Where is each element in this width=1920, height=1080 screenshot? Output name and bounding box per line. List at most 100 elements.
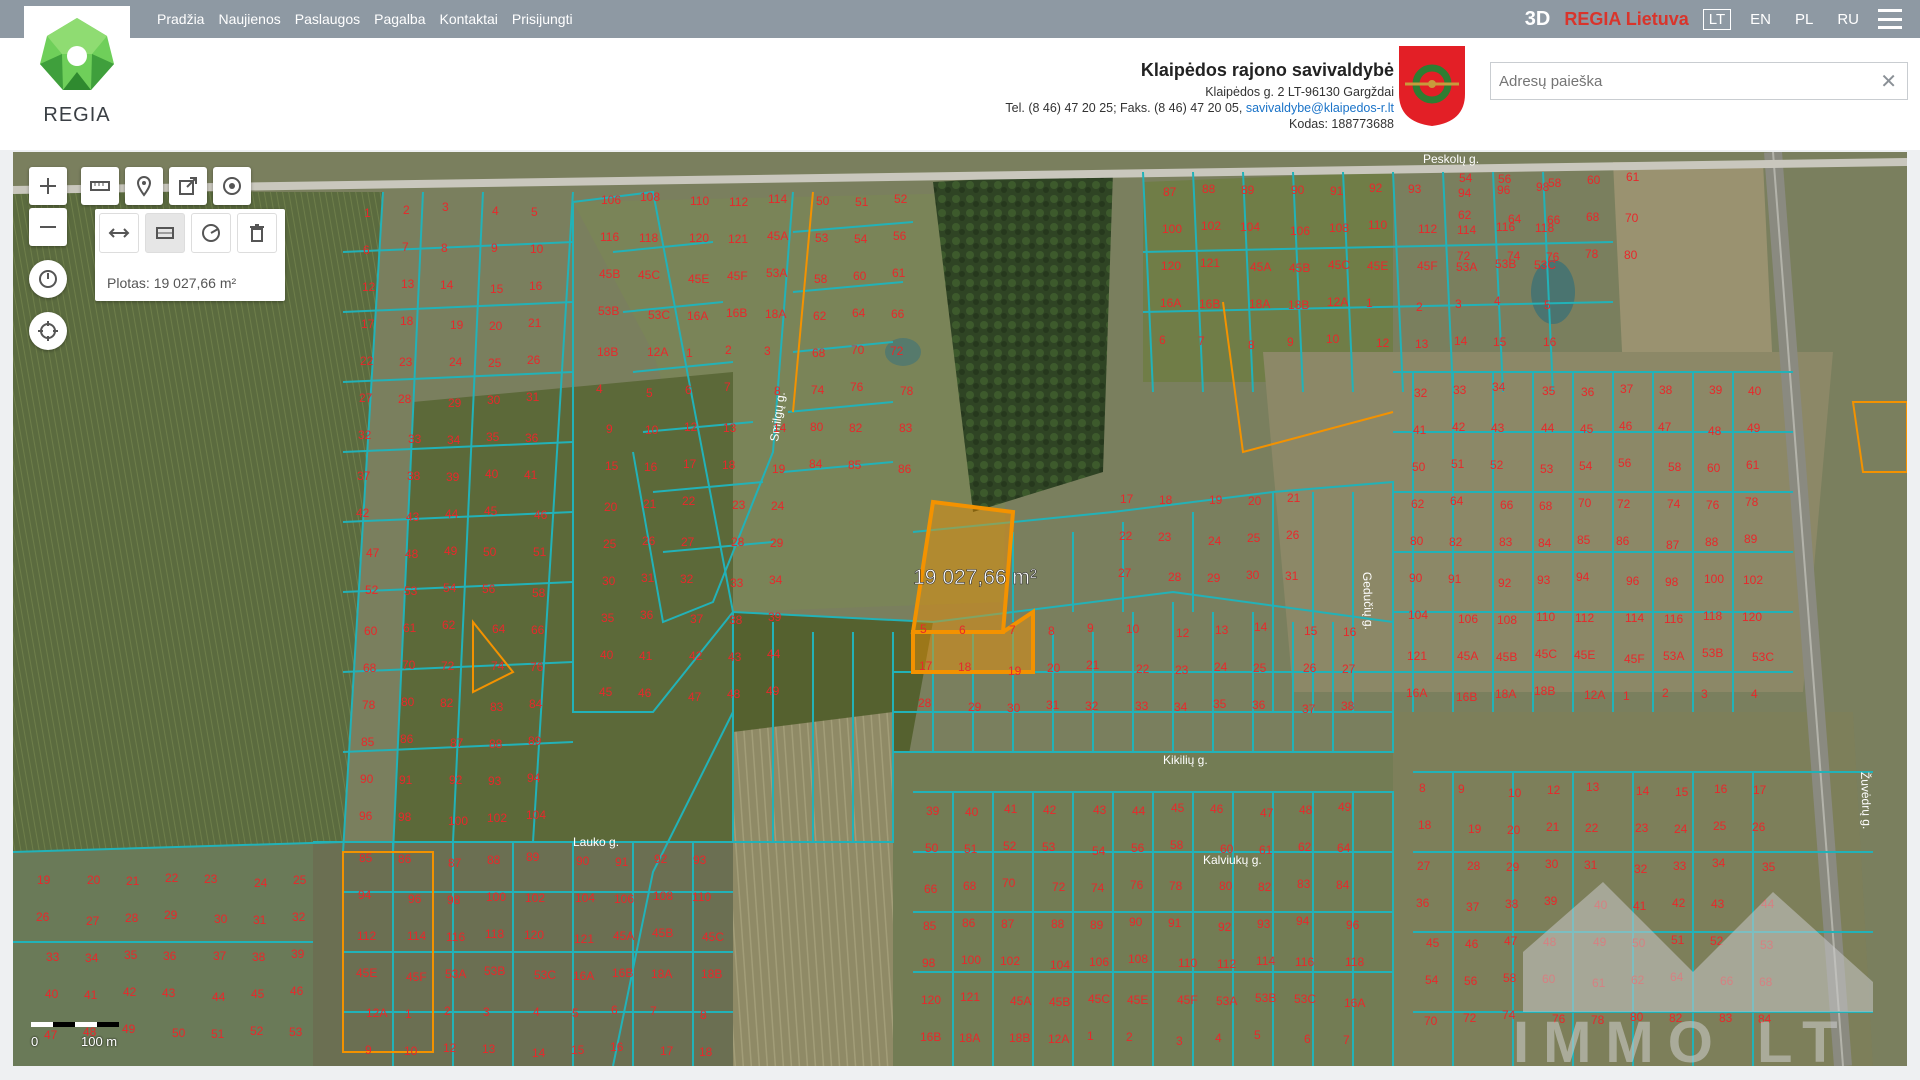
parcel-number: 89	[526, 850, 540, 864]
measure-radius-button[interactable]	[191, 213, 231, 253]
parcel-number: 78	[900, 384, 914, 398]
parcel-number: 120	[1742, 610, 1762, 624]
parcel-number: 50	[483, 545, 497, 559]
delete-measure-button[interactable]	[237, 213, 277, 253]
hamburger-menu-icon[interactable]	[1878, 9, 1902, 29]
parcel-number: 80	[1624, 248, 1638, 262]
zoom-in-button[interactable]	[29, 167, 67, 205]
language-pl[interactable]: PL	[1790, 10, 1818, 29]
language-ru[interactable]: RU	[1832, 10, 1864, 29]
municipality-email[interactable]: savivaldybe@klaipedos-r.lt	[1246, 101, 1394, 115]
map-view[interactable]: 19 027,66 m² Peskolų g. Lauko g. Kikilių…	[13, 152, 1907, 1066]
zoom-out-button[interactable]	[29, 208, 67, 246]
parcel-number: 34	[85, 951, 99, 965]
measure-distance-button[interactable]	[99, 213, 139, 253]
parcel-number: 92	[1369, 181, 1383, 195]
regia-logo[interactable]: REGIA	[24, 6, 130, 146]
parcel-number: 6	[1159, 333, 1166, 347]
address-search-input[interactable]	[1491, 63, 1861, 99]
history-button[interactable]	[29, 260, 67, 298]
nav-item-prisijungti[interactable]: Prisijungti	[512, 11, 573, 27]
parcel-number: 84	[809, 457, 823, 471]
parcel-number: 50	[1412, 460, 1426, 474]
parcel-number: 121	[1407, 649, 1427, 663]
parcel-number: 15	[1304, 624, 1318, 638]
municipality-crest-icon	[1399, 46, 1465, 126]
parcel-number: 19	[1209, 493, 1223, 507]
parcel-number: 39	[768, 610, 782, 624]
parcel-number: 8	[441, 241, 448, 255]
parcel-number: 28	[398, 392, 412, 406]
parcel-number: 5	[1254, 1028, 1261, 1042]
parcel-number: 14	[532, 1046, 546, 1060]
parcel-number: 12	[684, 420, 698, 434]
parcel-number: 14	[440, 278, 454, 292]
parcel-number: 28	[731, 535, 745, 549]
nav-item-pradzia[interactable]: Pradžia	[157, 11, 204, 27]
parcel-number: 96	[408, 892, 422, 906]
nav-item-naujienos[interactable]: Naujienos	[218, 11, 280, 27]
marker-tool-button[interactable]	[125, 167, 163, 205]
parcel-number: 8	[1248, 338, 1255, 352]
parcel-number: 74	[1091, 881, 1105, 895]
regia-lietuva-link[interactable]: REGIA Lietuva	[1564, 9, 1688, 30]
parcel-number: 88	[1202, 182, 1216, 196]
parcel-number: 46	[1465, 937, 1479, 951]
parcel-number: 76	[850, 380, 864, 394]
measure-tool-button[interactable]	[81, 167, 119, 205]
parcel-number: 35	[486, 430, 500, 444]
parcel-number: 102	[525, 891, 545, 905]
parcel-number: 6	[1304, 1032, 1311, 1046]
parcel-number: 92	[654, 852, 668, 866]
parcel-number: 12A	[366, 1006, 387, 1020]
parcel-number: 18A	[651, 967, 672, 981]
parcel-number: 43	[162, 986, 176, 1000]
3d-button[interactable]: 3D	[1525, 8, 1551, 31]
language-lt[interactable]: LT	[1702, 8, 1732, 30]
parcel-number: 12A	[1048, 1032, 1069, 1046]
parcel-number: 20	[604, 500, 618, 514]
parcel-number: 45B	[599, 267, 620, 281]
parcel-number: 70	[1424, 1014, 1438, 1028]
parcel-number: 51	[964, 842, 978, 856]
parcel-number: 10	[1508, 786, 1522, 800]
language-en[interactable]: EN	[1745, 10, 1776, 29]
parcel-number: 17	[1753, 783, 1767, 797]
parcel-number: 17	[919, 659, 933, 673]
parcel-number: 118	[639, 231, 658, 245]
nav-item-paslaugos[interactable]: Paslaugos	[295, 11, 360, 27]
measure-area-button[interactable]	[145, 213, 185, 253]
parcel-number: 47	[1658, 420, 1672, 434]
locate-button[interactable]	[29, 312, 67, 350]
parcel-number: 112	[1217, 957, 1236, 971]
parcel-number: 41	[84, 988, 98, 1002]
parcel-number: 20	[87, 873, 101, 887]
parcel-number: 32	[358, 428, 372, 442]
parcel-number: 53	[815, 231, 829, 245]
parcel-number: 120	[689, 231, 709, 245]
map-canvas[interactable]: 19 027,66 m² Peskolų g. Lauko g. Kikilių…	[13, 152, 1907, 1066]
parcel-number: 13	[482, 1042, 496, 1056]
parcel-number: 9	[606, 422, 613, 436]
clear-search-icon[interactable]: ✕	[1880, 69, 1897, 94]
nav-item-pagalba[interactable]: Pagalba	[374, 11, 425, 27]
target-tool-button[interactable]	[213, 167, 251, 205]
parcel-number: 9	[1087, 621, 1094, 635]
parcel-number: 22	[1119, 529, 1133, 543]
parcel-number: 33	[1135, 699, 1149, 713]
share-tool-button[interactable]	[169, 167, 207, 205]
parcel-number: 118	[1703, 609, 1722, 623]
parcel-number: 54	[854, 232, 868, 246]
parcel-number: 88	[1051, 917, 1065, 931]
parcel-number: 31	[253, 913, 267, 927]
parcel-number: 110	[692, 890, 711, 904]
parcel-number: 26	[642, 534, 656, 548]
nav-item-kontaktai[interactable]: Kontaktai	[440, 11, 498, 27]
parcel-number: 53A	[445, 967, 466, 981]
parcel-number: 25	[1713, 819, 1727, 833]
parcel-number: 68	[812, 346, 826, 360]
parcel-number: 86	[962, 916, 976, 930]
parcel-number: 94	[1296, 914, 1310, 928]
parcel-number: 45E	[1367, 259, 1388, 273]
parcel-number: 39	[1709, 383, 1723, 397]
